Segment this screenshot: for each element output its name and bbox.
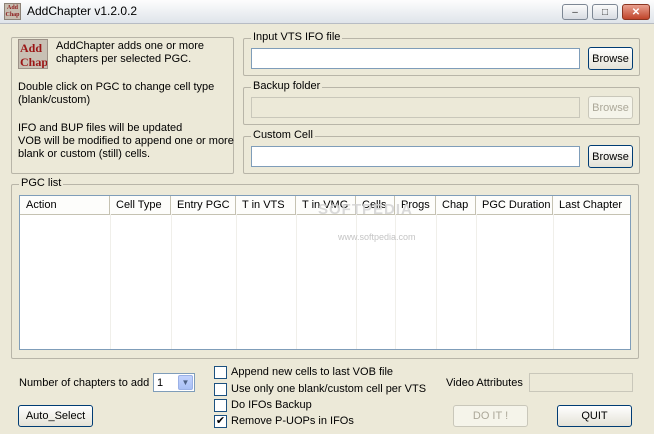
custom-cell-label: Custom Cell	[251, 129, 315, 141]
input-vts-label: Input VTS IFO file	[251, 31, 343, 43]
logo-text-2: Chap	[20, 55, 48, 69]
column-divider	[171, 214, 172, 349]
custom-cell-field[interactable]	[251, 146, 580, 167]
logo-text-1: Add	[20, 41, 43, 55]
info-line-1: AddChapter adds one or more	[56, 40, 204, 52]
quit-button[interactable]: QUIT	[557, 405, 632, 427]
append-cells-label: Append new cells to last VOB file	[231, 366, 394, 378]
minimize-button[interactable]: –	[562, 4, 588, 20]
append-cells-checkbox[interactable]	[214, 366, 227, 379]
column-divider	[296, 214, 297, 349]
watermark-text: SOFTPEDIA	[318, 201, 413, 218]
do-it-button[interactable]: DO IT !	[453, 405, 528, 427]
chapters-select[interactable]: 1 ▼	[153, 373, 195, 392]
video-attributes-label: Video Attributes	[446, 377, 523, 389]
pgc-list[interactable]: Action Cell Type Entry PGC T in VTS T in…	[19, 195, 631, 350]
info-line-4: (blank/custom)	[18, 94, 91, 106]
column-header-pgc-duration[interactable]: PGC Duration	[476, 196, 553, 214]
app-icon: Add Chap	[4, 3, 21, 20]
input-vts-field[interactable]	[251, 48, 580, 69]
remove-puops-checkbox[interactable]: ✔	[214, 415, 227, 428]
watermark-url: www.softpedia.com	[338, 232, 416, 242]
check-icon: ✔	[215, 415, 226, 427]
backup-folder-label: Backup folder	[251, 80, 323, 92]
custom-cell-browse-button[interactable]: Browse	[588, 145, 633, 168]
column-divider	[476, 214, 477, 349]
video-attributes-field	[529, 373, 633, 392]
chapters-label: Number of chapters to add	[19, 377, 150, 389]
column-divider	[553, 214, 554, 349]
maximize-button[interactable]: □	[592, 4, 618, 20]
column-header-last-chapter[interactable]: Last Chapter	[553, 196, 630, 214]
input-vts-browse-button[interactable]: Browse	[588, 47, 633, 70]
one-cell-per-vts-label: Use only one blank/custom cell per VTS	[231, 383, 427, 395]
column-header-cell-type[interactable]: Cell Type	[110, 196, 171, 214]
column-header-action[interactable]: Action	[20, 196, 110, 214]
close-button[interactable]: ✕	[622, 4, 650, 20]
info-line-6: VOB will be modified to append one or mo…	[18, 135, 234, 147]
column-header-t-in-vts[interactable]: T in VTS	[236, 196, 296, 214]
pgc-list-label: PGC list	[19, 177, 64, 189]
auto-select-button[interactable]: Auto_Select	[18, 405, 93, 427]
column-divider	[110, 214, 111, 349]
backup-folder-field[interactable]	[251, 97, 580, 118]
chevron-down-icon[interactable]: ▼	[178, 375, 193, 390]
column-header-entry-pgc[interactable]: Entry PGC	[171, 196, 236, 214]
info-line-5: IFO and BUP files will be updated	[18, 122, 183, 134]
column-divider	[436, 214, 437, 349]
window-title: AddChapter v1.2.0.2	[27, 4, 138, 18]
ifo-backup-label: Do IFOs Backup	[231, 399, 312, 411]
column-divider	[236, 214, 237, 349]
ifo-backup-checkbox[interactable]	[214, 399, 227, 412]
info-line-2: chapters per selected PGC.	[56, 53, 192, 65]
column-header-chap[interactable]: Chap	[436, 196, 476, 214]
app-logo: Add Chap	[18, 39, 48, 69]
chapters-selected-value: 1	[157, 377, 164, 389]
one-cell-per-vts-checkbox[interactable]	[214, 383, 227, 396]
info-line-3: Double click on PGC to change cell type	[18, 81, 215, 93]
remove-puops-label: Remove P-UOPs in IFOs	[231, 415, 354, 427]
info-line-7: blank or custom (still) cells.	[18, 148, 151, 160]
backup-folder-browse-button[interactable]: Browse	[588, 96, 633, 119]
